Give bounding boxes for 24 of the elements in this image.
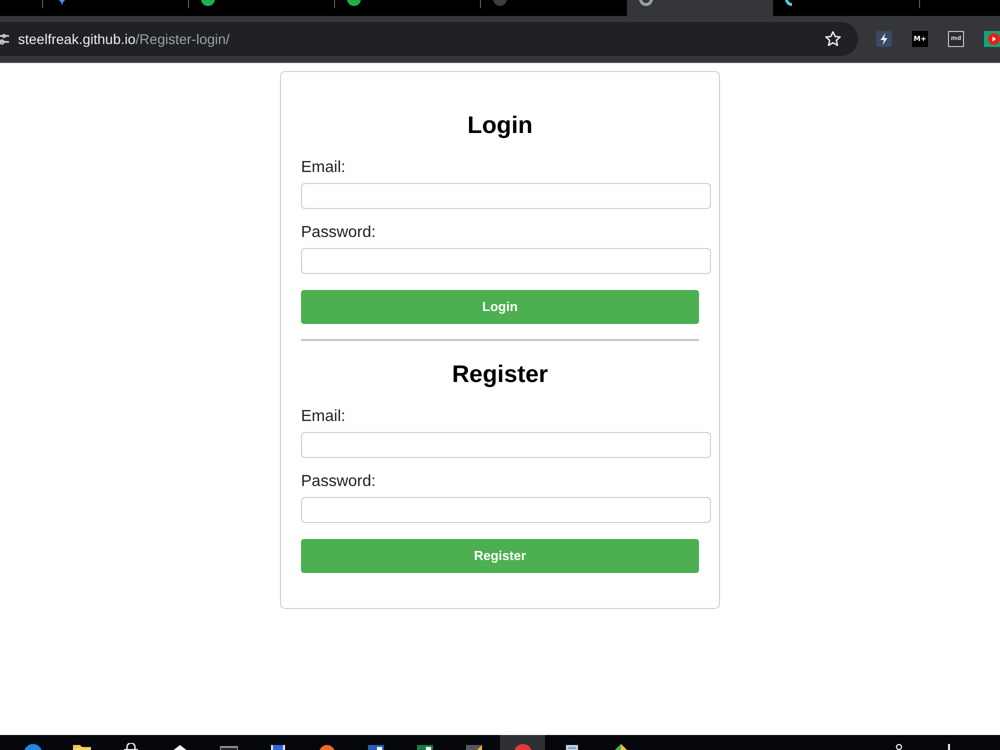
app-icon — [464, 743, 484, 750]
field-label: Password: — [301, 473, 377, 491]
url-text[interactable]: steelfreak.github.io/Register-login/ — [18, 31, 230, 47]
input-field[interactable] — [301, 497, 711, 523]
section-heading: Register — [450, 361, 550, 389]
ring-icon — [639, 0, 653, 6]
ring-icon[interactable] — [894, 744, 904, 750]
lightning-icon[interactable] — [876, 31, 892, 47]
folder-icon — [72, 743, 92, 750]
play-icon[interactable] — [984, 31, 1000, 47]
input-field[interactable] — [301, 183, 711, 209]
field-label: Email: — [301, 408, 346, 426]
spreadsheet-icon — [414, 743, 434, 750]
bookmark-star-icon[interactable] — [824, 30, 842, 48]
window-icon — [218, 743, 238, 750]
input-field[interactable] — [301, 432, 711, 458]
address-bar[interactable]: steelfreak.github.io/Register-login/ — [0, 22, 858, 56]
input-field[interactable] — [301, 248, 711, 274]
arc-icon — [785, 0, 793, 6]
field-label: Password: — [301, 224, 377, 242]
site-settings-icon[interactable] — [0, 32, 9, 46]
field-label: Email: — [301, 159, 346, 177]
section-heading: Login — [466, 112, 534, 140]
document-icon — [366, 743, 386, 750]
